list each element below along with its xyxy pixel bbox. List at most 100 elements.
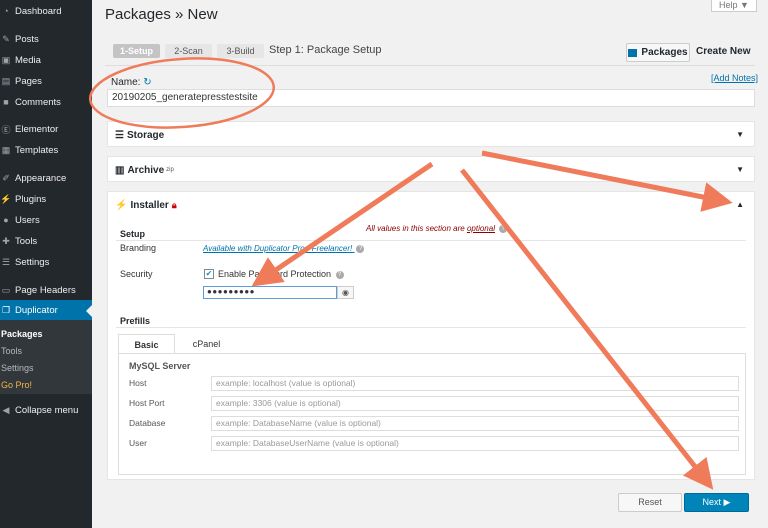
help-icon[interactable]: ? xyxy=(335,270,344,279)
name-label-text: Name: xyxy=(111,77,141,88)
sidebar-item-label: Pages xyxy=(15,75,42,87)
archive-panel-title: Archive xyxy=(127,164,165,176)
step-title: Step 1: Package Setup xyxy=(269,44,382,56)
tab-basic[interactable]: Basic xyxy=(118,334,175,354)
settings-icon: ☰ xyxy=(1,256,11,267)
branding-link-text: Available with Duplicator Pro - Freelanc… xyxy=(203,244,353,253)
sidebar-item-appearance[interactable]: ✐ Appearance xyxy=(0,168,92,188)
sidebar-item-duplicator[interactable]: ❐ Duplicator xyxy=(0,300,92,320)
sidebar-item-settings[interactable]: ☰ Settings xyxy=(0,252,92,272)
refresh-icon[interactable]: ↻ xyxy=(143,77,151,88)
mysql-server-title: MySQL Server xyxy=(129,361,191,371)
sidebar-item-label: Appearance xyxy=(15,172,67,184)
sidebar-item-label: Comments xyxy=(15,96,61,108)
storage-panel-header[interactable]: ☰ Storage ▼ xyxy=(108,122,754,148)
optional-note-text: All values in this section are xyxy=(366,224,465,233)
sidebar-item-dashboard[interactable]: ◔ Dashboard xyxy=(0,1,92,21)
users-icon: ● xyxy=(3,215,9,225)
sidebar-item-users[interactable]: ● Users xyxy=(0,210,92,230)
bolt-icon: ⚡ xyxy=(115,199,128,211)
wizard-step-build: 3-Build xyxy=(217,44,264,58)
sidebar-item-label: Templates xyxy=(15,144,59,156)
password-protection-label[interactable]: Enable Password Protection ? xyxy=(218,269,344,279)
sidebar-item-elementor[interactable]: Ⓔ Elementor xyxy=(0,119,92,139)
sidebar-item-label: Plugins xyxy=(15,193,47,205)
packages-button[interactable]: Packages xyxy=(626,43,690,62)
archive-panel-header[interactable]: ▥ Archive zip ▼ xyxy=(108,157,754,183)
archive-format: zip xyxy=(166,167,174,173)
host-label: Host xyxy=(129,378,147,388)
package-name-input[interactable]: 20190205_generatepresstestsite xyxy=(107,89,755,107)
archive-file-icon: ▥ xyxy=(115,164,125,176)
submenu-settings[interactable]: Settings xyxy=(0,359,92,376)
archive-panel[interactable]: ▥ Archive zip ▼ xyxy=(107,156,755,182)
sidebar-item-label: Settings xyxy=(15,256,50,268)
sidebar-item-posts[interactable]: ✎ Posts xyxy=(0,29,92,49)
media-icon: ▣ xyxy=(1,54,11,65)
pages-icon: ▤ xyxy=(1,75,11,86)
tab-cpanel[interactable]: cPanel xyxy=(178,334,235,354)
sidebar-item-pages[interactable]: ▤ Pages xyxy=(0,71,92,91)
create-new-link[interactable]: Create New xyxy=(696,46,750,57)
current-menu-arrow xyxy=(86,305,92,317)
sidebar-item-label: Duplicator xyxy=(15,304,58,316)
password-protection-checkbox[interactable]: ✔ xyxy=(204,269,214,279)
user-input[interactable]: example: DatabaseUserName (value is opti… xyxy=(211,436,739,451)
setup-section-title: Setup xyxy=(120,229,146,239)
help-tab[interactable]: Help ▼ xyxy=(711,0,757,12)
sidebar-item-label: Users xyxy=(15,214,40,226)
sidebar-item-plugins[interactable]: ⚡ Plugins xyxy=(0,189,92,209)
basic-tab-content: MySQL Server Host example: localhost (va… xyxy=(118,353,746,475)
host-input[interactable]: example: localhost (value is optional) xyxy=(211,376,739,391)
branding-upgrade-link[interactable]: Available with Duplicator Pro - Freelanc… xyxy=(203,244,365,253)
next-button[interactable]: Next ▶ xyxy=(684,493,749,512)
installer-panel-header[interactable]: ⚡ Installer 🔒︎ ▲ xyxy=(108,192,754,218)
installer-panel: ⚡ Installer 🔒︎ ▲ All values in this sect… xyxy=(107,191,755,480)
database-icon: ☰ xyxy=(115,129,124,141)
optional-note: All values in this section are optional … xyxy=(366,224,508,233)
chevron-down-icon[interactable]: ▼ xyxy=(736,130,744,139)
sidebar-item-templates[interactable]: ▦ Templates xyxy=(0,140,92,160)
packages-button-label: Packages xyxy=(641,47,688,58)
submenu-packages[interactable]: Packages xyxy=(0,325,92,342)
comments-icon: ■ xyxy=(3,97,9,107)
elementor-icon: Ⓔ xyxy=(1,124,11,135)
collapse-menu-label: Collapse menu xyxy=(15,404,79,416)
password-input[interactable]: ●●●●●●●●● xyxy=(203,286,337,299)
help-icon[interactable]: ? xyxy=(356,244,365,253)
pin-icon: ✎ xyxy=(2,33,10,44)
reset-button[interactable]: Reset xyxy=(618,493,682,512)
sidebar-item-page-headers[interactable]: ▭ Page Headers xyxy=(0,280,92,300)
submenu-go-pro[interactable]: Go Pro! xyxy=(0,376,92,393)
security-label: Security xyxy=(120,269,153,279)
database-input[interactable]: example: DatabaseName (value is optional… xyxy=(211,416,739,431)
dashboard-icon: ◔ xyxy=(3,6,9,16)
duplicator-icon: ❐ xyxy=(1,304,11,315)
page-title: Packages » New xyxy=(105,6,218,23)
header-divider xyxy=(105,65,755,66)
wizard-step-setup: 1-Setup xyxy=(113,44,160,58)
sidebar-item-label: Posts xyxy=(15,33,39,45)
sidebar-item-label: Dashboard xyxy=(15,5,62,17)
storage-panel[interactable]: ☰ Storage ▼ xyxy=(107,121,755,147)
collapse-menu-button[interactable]: ◀ Collapse menu xyxy=(0,400,92,420)
branding-label: Branding xyxy=(120,243,157,253)
sidebar-item-media[interactable]: ▣ Media xyxy=(0,50,92,70)
sidebar-item-label: Media xyxy=(15,54,41,66)
database-label: Database xyxy=(129,418,166,428)
chevron-up-icon[interactable]: ▲ xyxy=(736,200,744,209)
add-notes-link[interactable]: [Add Notes] xyxy=(711,73,758,83)
password-protection-text: Enable Password Protection xyxy=(218,269,332,279)
packages-icon xyxy=(628,48,638,57)
host-port-input[interactable]: example: 3306 (value is optional) xyxy=(211,396,739,411)
installer-panel-title: Installer xyxy=(130,199,169,211)
sidebar-item-tools[interactable]: ✚ Tools xyxy=(0,231,92,251)
submenu-tools[interactable]: Tools xyxy=(0,342,92,359)
chevron-down-icon[interactable]: ▼ xyxy=(736,165,744,174)
help-icon[interactable]: ? xyxy=(499,224,508,233)
prefills-divider xyxy=(116,327,746,328)
eye-icon[interactable]: ◉ xyxy=(337,286,354,299)
sidebar-item-comments[interactable]: ■ Comments xyxy=(0,92,92,112)
user-label: User xyxy=(129,438,147,448)
storage-panel-title: Storage xyxy=(126,129,165,141)
